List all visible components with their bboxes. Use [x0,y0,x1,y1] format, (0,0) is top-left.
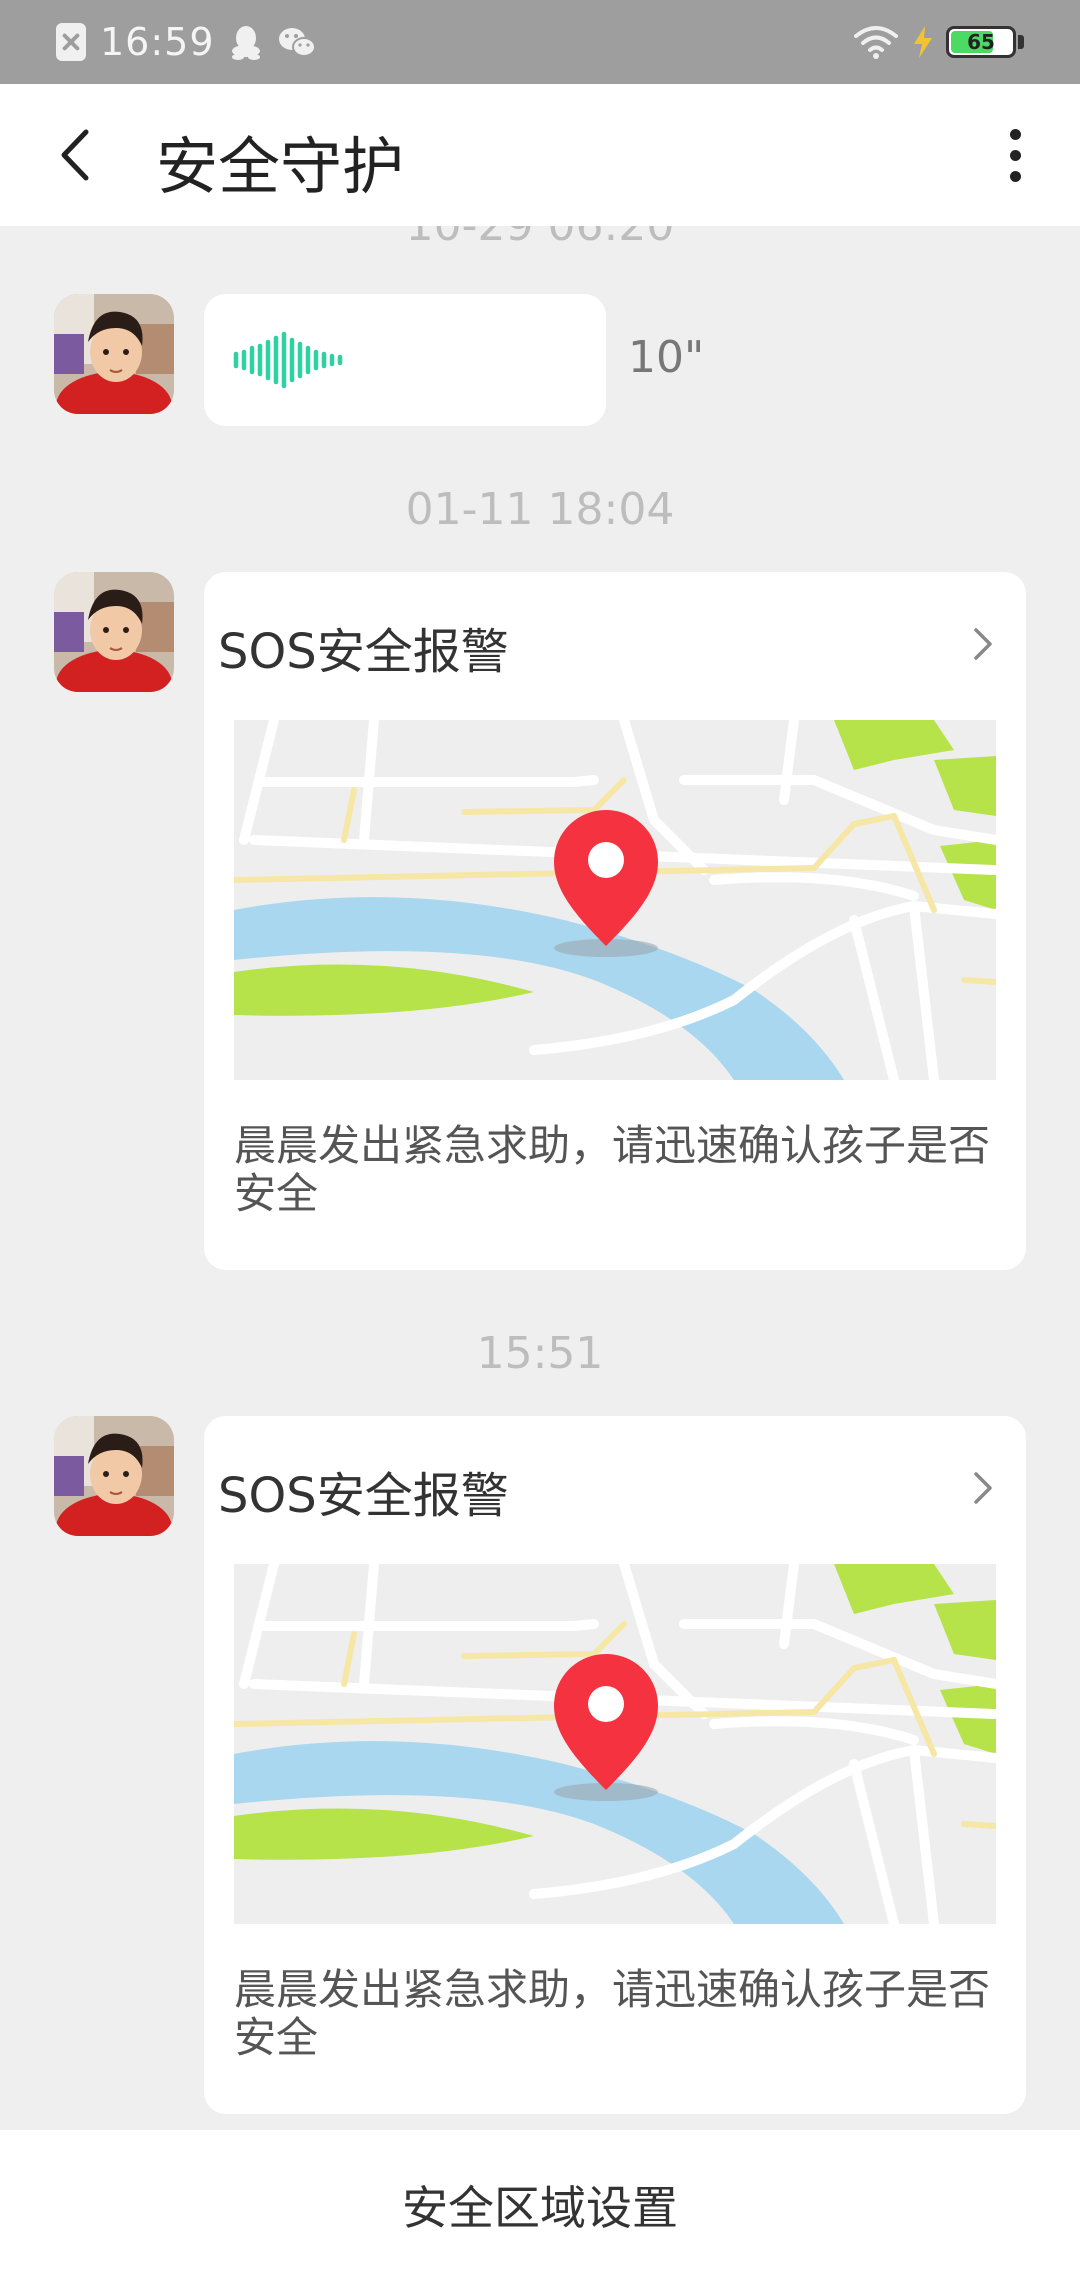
sos-alert-title: SOS安全报警 [218,624,509,680]
more-button[interactable] [980,120,1050,190]
message-timestamp: 01-11 18:04 [405,484,675,535]
more-vertical-icon [1009,128,1021,140]
back-button[interactable] [40,120,110,190]
status-bar: 16:59 65 [0,0,1080,84]
sos-alert-card[interactable]: SOS安全报警 晨晨发出紧急求助，请迅速确认孩子是否安全 [204,1416,1026,2114]
wechat-icon [278,28,316,57]
safe-zone-settings-label: 安全区域设置 [402,2181,678,2235]
wifi-icon [854,26,898,59]
sos-alert-card[interactable]: SOS安全报警 晨晨发出紧急求助，请迅速确认孩子是否安全 [204,572,1026,1270]
qq-icon [231,26,260,60]
message-timestamp: 15:51 [476,1328,604,1379]
chevron-left-icon [61,129,89,181]
voice-wave-icon [233,332,343,388]
message-timestamp: 10-29 06:20 [0,226,1080,251]
charging-icon [914,26,932,58]
avatar[interactable] [54,294,174,414]
battery-level: 65 [967,30,995,54]
app-header: 安全守护 [0,84,1080,226]
notification-close-icon [56,23,86,61]
avatar[interactable] [54,572,174,692]
voice-message-bubble[interactable] [204,294,606,426]
chevron-right-icon [974,628,992,660]
sos-alert-description: 晨晨发出紧急求助，请迅速确认孩子是否安全 [234,1121,991,1218]
avatar[interactable] [54,1416,174,1536]
sos-alert-title: SOS安全报警 [218,1468,509,1524]
location-map[interactable] [234,1564,996,1924]
status-time: 16:59 [100,20,215,64]
safe-zone-settings-button[interactable]: 安全区域设置 [0,2130,1080,2280]
message-feed[interactable]: 10-29 06:20 [0,226,1080,2130]
battery-icon: 65 [946,26,1016,58]
voice-duration: 10" [628,332,705,383]
chevron-right-icon [974,1472,992,1504]
location-map[interactable] [234,720,996,1080]
sos-alert-description: 晨晨发出紧急求助，请迅速确认孩子是否安全 [234,1965,991,2062]
page-title: 安全守护 [156,130,405,203]
